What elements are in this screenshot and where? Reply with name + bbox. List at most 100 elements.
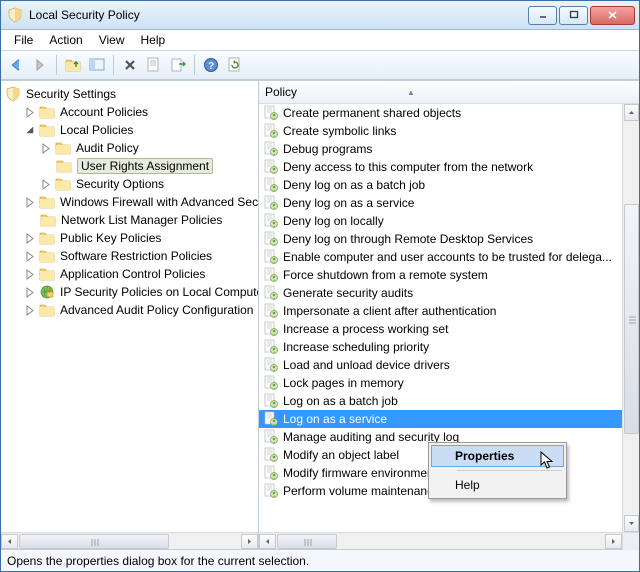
- folder-icon: [56, 158, 72, 174]
- folder-icon: [39, 248, 55, 264]
- list-row[interactable]: Deny log on through Remote Desktop Servi…: [259, 230, 639, 248]
- properties-button[interactable]: [143, 54, 165, 76]
- tree-item[interactable]: Advanced Audit Policy Configuration: [5, 301, 258, 319]
- list-row[interactable]: Deny log on locally: [259, 212, 639, 230]
- tree-item[interactable]: Network List Manager Policies: [5, 211, 258, 229]
- folder-icon: [55, 176, 71, 192]
- show-hide-tree-button[interactable]: [86, 54, 108, 76]
- tree-item[interactable]: IP Security Policies on Local Computer: [5, 283, 258, 301]
- scroll-right-button[interactable]: [605, 534, 622, 549]
- list-row[interactable]: Debug programs: [259, 140, 639, 158]
- list-row[interactable]: Lock pages in memory: [259, 374, 639, 392]
- expander-icon[interactable]: [41, 179, 52, 190]
- expander-icon[interactable]: [25, 269, 36, 280]
- scroll-up-button[interactable]: [624, 104, 639, 121]
- list-row[interactable]: Enable computer and user accounts to be …: [259, 248, 639, 266]
- scroll-thumb[interactable]: [277, 534, 337, 549]
- forward-button[interactable]: [29, 54, 51, 76]
- list-row[interactable]: Log on as a service: [259, 410, 639, 428]
- policy-icon: [263, 267, 279, 283]
- list-row[interactable]: Impersonate a client after authenticatio…: [259, 302, 639, 320]
- tree-item[interactable]: Account Policies: [5, 103, 258, 121]
- help-button[interactable]: ?: [200, 54, 222, 76]
- tree-item[interactable]: Windows Firewall with Advanced Security: [5, 193, 258, 211]
- list-row-label: Create permanent shared objects: [283, 106, 461, 120]
- list-row-label: Deny log on as a batch job: [283, 178, 425, 192]
- scroll-thumb[interactable]: [624, 204, 639, 434]
- context-menu-help[interactable]: Help: [431, 474, 564, 496]
- titlebar[interactable]: Local Security Policy: [1, 1, 639, 30]
- scroll-left-button[interactable]: [259, 534, 276, 549]
- tree-item[interactable]: Security Options: [5, 175, 258, 193]
- tree-view[interactable]: Security Settings Account PoliciesLocal P…: [1, 81, 258, 532]
- tree-item[interactable]: User Rights Assignment: [5, 157, 258, 175]
- list-row[interactable]: Generate security audits: [259, 284, 639, 302]
- list-header[interactable]: Policy ▲: [259, 81, 639, 104]
- list-row[interactable]: Deny access to this computer from the ne…: [259, 158, 639, 176]
- tree-item-label: User Rights Assignment: [77, 158, 213, 174]
- maximize-button[interactable]: [559, 6, 588, 25]
- folder-icon: [39, 266, 55, 282]
- svg-text:?: ?: [208, 61, 214, 72]
- expander-icon[interactable]: [25, 305, 36, 316]
- scroll-thumb[interactable]: [19, 534, 169, 549]
- list-hscrollbar[interactable]: [259, 532, 639, 549]
- list-row[interactable]: Deny log on as a service: [259, 194, 639, 212]
- tree-hscrollbar[interactable]: [1, 532, 258, 549]
- list-row-label: Load and unload device drivers: [283, 358, 450, 372]
- up-button[interactable]: [62, 54, 84, 76]
- tree-item-label: Application Control Policies: [60, 267, 205, 281]
- list-row[interactable]: Deny log on as a batch job: [259, 176, 639, 194]
- menu-action[interactable]: Action: [42, 31, 89, 49]
- policy-icon: [263, 357, 279, 373]
- list-row[interactable]: Increase scheduling priority: [259, 338, 639, 356]
- tree-root[interactable]: Security Settings: [5, 85, 258, 103]
- close-button[interactable]: [590, 6, 635, 25]
- list-row[interactable]: Create symbolic links: [259, 122, 639, 140]
- policy-icon: [263, 303, 279, 319]
- list-row[interactable]: Force shutdown from a remote system: [259, 266, 639, 284]
- list-vscrollbar[interactable]: [622, 104, 639, 532]
- expander-icon[interactable]: [25, 251, 36, 262]
- menu-file[interactable]: File: [7, 31, 40, 49]
- back-button[interactable]: [5, 54, 27, 76]
- menu-view[interactable]: View: [92, 31, 132, 49]
- scroll-down-button[interactable]: [624, 515, 639, 532]
- tree-item[interactable]: Public Key Policies: [5, 229, 258, 247]
- tree-item-label: Windows Firewall with Advanced Security: [60, 195, 258, 209]
- mouse-cursor-icon: [540, 451, 555, 471]
- tree-item[interactable]: Software Restriction Policies: [5, 247, 258, 265]
- tree-item[interactable]: Audit Policy: [5, 139, 258, 157]
- expander-icon[interactable]: [25, 233, 36, 244]
- statusbar: Opens the properties dialog box for the …: [1, 549, 639, 571]
- list-row[interactable]: Create permanent shared objects: [259, 104, 639, 122]
- expander-icon[interactable]: [25, 125, 36, 136]
- menu-help[interactable]: Help: [134, 31, 173, 49]
- delete-button[interactable]: [119, 54, 141, 76]
- column-header-policy[interactable]: Policy: [265, 85, 297, 99]
- list-row-label: Increase a process working set: [283, 322, 448, 336]
- expander-icon[interactable]: [41, 143, 52, 154]
- scroll-right-button[interactable]: [241, 534, 258, 549]
- list-view[interactable]: Create permanent shared objects Create sy…: [259, 104, 639, 500]
- list-row-label: Enable computer and user accounts to be …: [283, 250, 612, 264]
- tree-item[interactable]: Application Control Policies: [5, 265, 258, 283]
- list-row-label: Generate security audits: [283, 286, 413, 300]
- tree-item[interactable]: Local Policies: [5, 121, 258, 139]
- refresh-button[interactable]: [224, 54, 246, 76]
- tree-root-label: Security Settings: [26, 87, 116, 101]
- list-row-label: Deny log on through Remote Desktop Servi…: [283, 232, 533, 246]
- list-row[interactable]: Increase a process working set: [259, 320, 639, 338]
- policy-icon: [263, 447, 279, 463]
- expander-icon[interactable]: [25, 197, 36, 208]
- scroll-left-button[interactable]: [1, 534, 18, 549]
- list-row[interactable]: Load and unload device drivers: [259, 356, 639, 374]
- policy-icon: [263, 465, 279, 481]
- expander-icon[interactable]: [25, 287, 36, 298]
- export-button[interactable]: [167, 54, 189, 76]
- toolbar: ?: [1, 50, 639, 80]
- expander-icon[interactable]: [25, 107, 36, 118]
- list-row[interactable]: Log on as a batch job: [259, 392, 639, 410]
- minimize-button[interactable]: [528, 6, 557, 25]
- list-row-label: Log on as a service: [283, 412, 387, 426]
